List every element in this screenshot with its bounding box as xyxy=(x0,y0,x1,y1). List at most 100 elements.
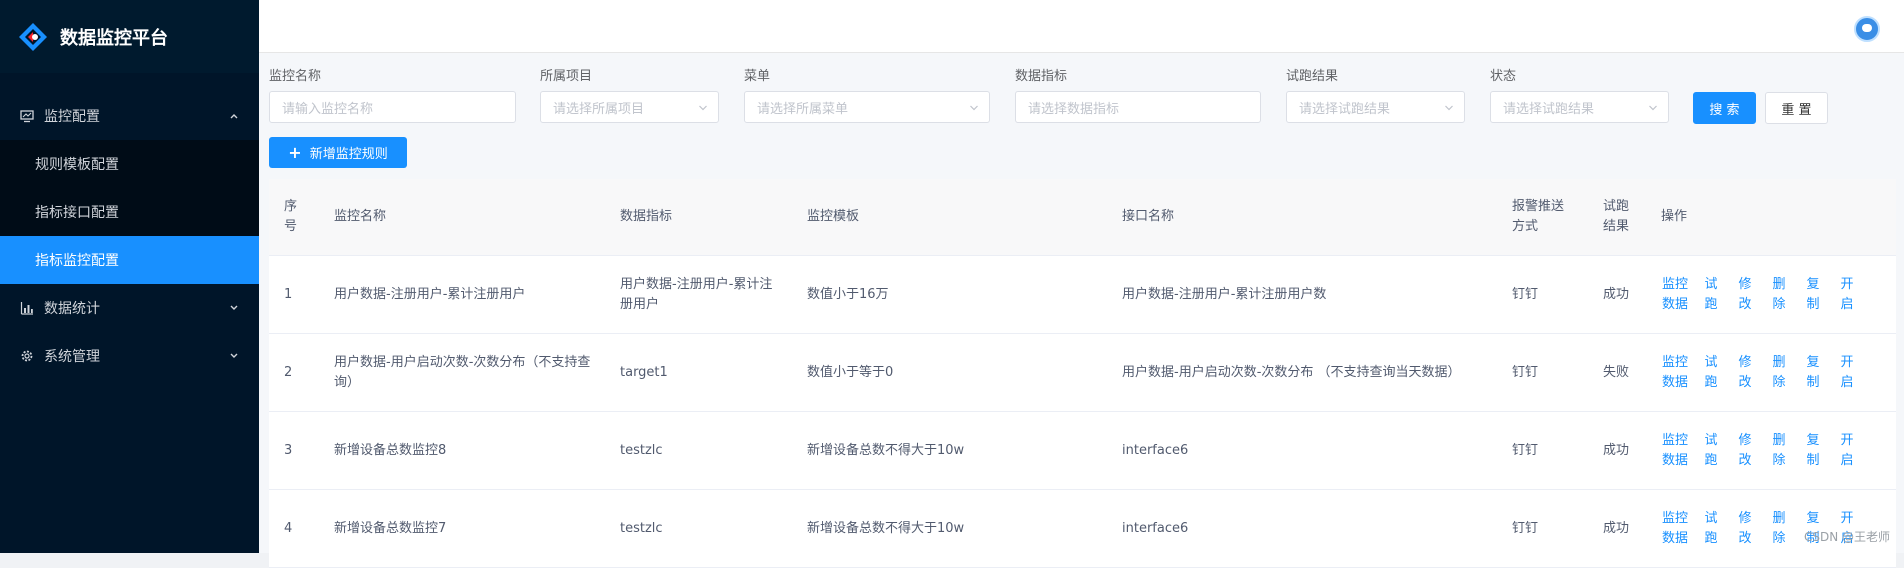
op-delete-link[interactable]: 删除 xyxy=(1769,509,1789,549)
op-edit-link[interactable]: 修改 xyxy=(1735,275,1755,315)
cell-result: 成功 xyxy=(1603,520,1630,536)
cell-template: 数值小于等于0 xyxy=(807,364,894,380)
op-edit-link[interactable]: 修改 xyxy=(1735,431,1755,471)
op-trial-run-link[interactable]: 试跑 xyxy=(1701,353,1721,393)
gear-icon xyxy=(20,349,34,363)
sidebar-group-data-stats[interactable]: 数据统计 xyxy=(0,284,259,332)
sidebar-item-rule-template[interactable]: 规则模板配置 xyxy=(0,140,259,188)
plus-icon: + xyxy=(288,143,302,162)
col-header-name: 监控名称 xyxy=(334,209,387,224)
op-trial-run-link[interactable]: 试跑 xyxy=(1701,431,1721,471)
project-select[interactable]: 请选择所属项目 xyxy=(540,91,719,123)
cell-push: 钉钉 xyxy=(1512,286,1539,302)
op-monitor-data-link[interactable]: 监控数据 xyxy=(1661,509,1689,549)
table-row: 4 新增设备总数监控7 testzlc 新增设备总数不得大于10w interf… xyxy=(269,490,1896,568)
cell-push: 钉钉 xyxy=(1512,442,1539,458)
sidebar-group-monitor-config[interactable]: 监控配置 xyxy=(0,92,259,140)
select-placeholder: 请选择数据指标 xyxy=(1028,101,1120,117)
op-monitor-data-link[interactable]: 监控数据 xyxy=(1661,275,1689,315)
op-monitor-data-link[interactable]: 监控数据 xyxy=(1661,431,1689,471)
cell-ops: 监控数据 试跑 修改 删除 复制 开启 xyxy=(1659,412,1896,489)
input-placeholder: 请输入监控名称 xyxy=(282,101,374,117)
cell-ops: 监控数据 试跑 修改 删除 复制 开启 xyxy=(1659,256,1896,333)
cell-result: 成功 xyxy=(1603,286,1630,302)
sidebar-submenu: 规则模板配置 指标接口配置 指标监控配置 xyxy=(0,140,259,284)
cell-template: 新增设备总数不得大于10w xyxy=(807,442,965,458)
select-placeholder: 请选择所属项目 xyxy=(553,101,645,117)
cell-metric: target1 xyxy=(620,364,668,380)
op-enable-link[interactable]: 开启 xyxy=(1837,431,1857,471)
op-monitor-data-link[interactable]: 监控数据 xyxy=(1661,353,1689,393)
table-row: 1 用户数据-注册用户-累计注册用户 用户数据-注册用户-累计注册用户 数值小于… xyxy=(269,256,1896,334)
op-edit-link[interactable]: 修改 xyxy=(1735,509,1755,549)
chevron-down-icon xyxy=(229,301,239,317)
cell-index: 3 xyxy=(284,442,293,458)
metric-select[interactable]: 请选择数据指标 xyxy=(1015,91,1261,123)
filter-label-project: 所属项目 xyxy=(540,69,593,84)
sidebar: 数据监控平台 监控配置 规则模板配置 指标接口配置 指标监控配置 数据统计 系统… xyxy=(0,0,259,553)
chevron-down-icon xyxy=(1648,102,1658,117)
table-row: 2 用户数据-用户启动次数-次数分布（不支持查询） target1 数值小于等于… xyxy=(269,334,1896,412)
chevron-up-icon xyxy=(229,109,239,125)
sidebar-group-label: 监控配置 xyxy=(44,109,100,125)
cell-push: 钉钉 xyxy=(1512,364,1539,380)
sidebar-item-label: 指标接口配置 xyxy=(35,205,119,221)
col-header-index: 序号 xyxy=(284,199,298,234)
cell-name: 用户数据-注册用户-累计注册用户 xyxy=(334,286,526,302)
logo-icon xyxy=(18,22,48,52)
sidebar-group-label: 系统管理 xyxy=(44,349,100,365)
table-row: 3 新增设备总数监控8 testzlc 新增设备总数不得大于10w interf… xyxy=(269,412,1896,490)
trial-result-select[interactable]: 请选择试跑结果 xyxy=(1286,91,1465,123)
cell-api: 用户数据-用户启动次数-次数分布 （不支持查询当天数据） xyxy=(1122,364,1461,380)
sidebar-item-metric-api[interactable]: 指标接口配置 xyxy=(0,188,259,236)
col-header-ops: 操作 xyxy=(1661,209,1688,224)
bar-chart-icon xyxy=(20,301,34,315)
cell-push: 钉钉 xyxy=(1512,520,1539,536)
op-enable-link[interactable]: 开启 xyxy=(1837,353,1857,393)
op-delete-link[interactable]: 删除 xyxy=(1769,353,1789,393)
op-enable-link[interactable]: 开启 xyxy=(1837,275,1857,315)
col-header-api: 接口名称 xyxy=(1122,209,1175,224)
op-trial-run-link[interactable]: 试跑 xyxy=(1701,509,1721,549)
col-header-result: 试跑结果 xyxy=(1603,199,1630,234)
table-header: 序号 监控名称 数据指标 监控模板 接口名称 报警推送方式 试跑结果 操作 xyxy=(269,179,1896,256)
main-content: 监控名称 所属项目 菜单 数据指标 试跑结果 状态 请输入监控名称 请选择所属项… xyxy=(259,53,1904,568)
op-copy-link[interactable]: 复制 xyxy=(1803,275,1823,315)
monitor-name-input[interactable]: 请输入监控名称 xyxy=(269,91,516,123)
op-delete-link[interactable]: 删除 xyxy=(1769,431,1789,471)
op-edit-link[interactable]: 修改 xyxy=(1735,353,1755,393)
cell-result: 失败 xyxy=(1603,364,1630,380)
filter-label-status: 状态 xyxy=(1490,69,1517,84)
cell-index: 4 xyxy=(284,520,293,536)
avatar[interactable] xyxy=(1854,16,1880,42)
cell-name: 新增设备总数监控8 xyxy=(334,442,447,458)
sidebar-group-label: 数据统计 xyxy=(44,301,100,317)
add-monitor-rule-button[interactable]: + 新增监控规则 xyxy=(269,137,407,168)
col-header-template: 监控模板 xyxy=(807,209,860,224)
add-button-label: 新增监控规则 xyxy=(309,147,388,162)
reset-button[interactable]: 重 置 xyxy=(1765,92,1828,124)
app-title: 数据监控平台 xyxy=(60,27,168,49)
op-delete-link[interactable]: 删除 xyxy=(1769,275,1789,315)
status-select[interactable]: 请选择试跑结果 xyxy=(1490,91,1669,123)
monitor-icon xyxy=(20,109,34,123)
select-placeholder: 请选择试跑结果 xyxy=(1299,101,1391,117)
cell-metric: testzlc xyxy=(620,520,663,536)
cell-metric: testzlc xyxy=(620,442,663,458)
op-copy-link[interactable]: 复制 xyxy=(1803,431,1823,471)
select-placeholder: 请选择所属菜单 xyxy=(757,101,849,117)
top-header xyxy=(259,0,1904,53)
chevron-down-icon xyxy=(698,102,708,117)
search-button[interactable]: 搜 索 xyxy=(1693,92,1756,124)
col-header-metric: 数据指标 xyxy=(620,209,673,224)
sidebar-group-system[interactable]: 系统管理 xyxy=(0,332,259,380)
app-logo[interactable]: 数据监控平台 xyxy=(0,0,259,73)
monitor-rules-table: 序号 监控名称 数据指标 监控模板 接口名称 报警推送方式 试跑结果 操作 1 … xyxy=(269,179,1896,568)
menu-select[interactable]: 请选择所属菜单 xyxy=(744,91,990,123)
cell-metric: 用户数据-注册用户-累计注册用户 xyxy=(620,276,773,312)
op-copy-link[interactable]: 复制 xyxy=(1803,353,1823,393)
op-trial-run-link[interactable]: 试跑 xyxy=(1701,275,1721,315)
cell-api: interface6 xyxy=(1122,442,1189,458)
sidebar-item-metric-monitor[interactable]: 指标监控配置 xyxy=(0,236,259,284)
cell-name: 用户数据-用户启动次数-次数分布（不支持查询） xyxy=(334,354,591,390)
